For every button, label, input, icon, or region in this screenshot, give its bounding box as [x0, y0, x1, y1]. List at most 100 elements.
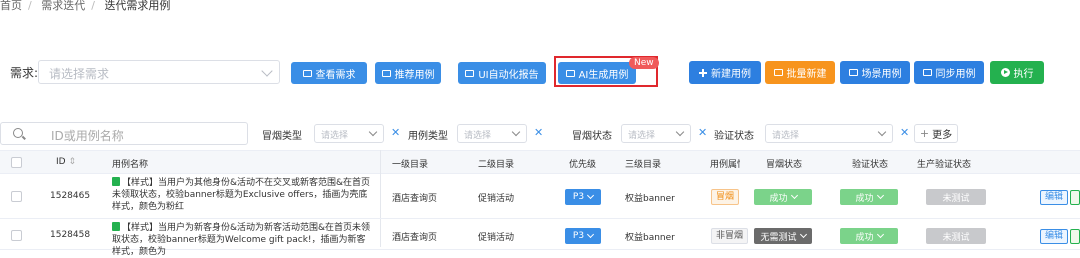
new-badge: New [629, 57, 659, 69]
header-prod-verify: 生产验证状态 [917, 160, 972, 170]
plus-icon [699, 68, 707, 77]
header-id[interactable]: ID ⇕ [56, 157, 76, 167]
chevron-down-icon [511, 127, 521, 137]
clear-icon[interactable]: ✕ [698, 126, 707, 139]
requirement-placeholder: 请选择需求 [49, 67, 110, 81]
query-requirement-button[interactable]: 查看需求 [291, 62, 367, 84]
new-case-button[interactable]: 新建用例 [689, 61, 761, 84]
breadcrumb-requirement-iteration[interactable]: 需求迭代 [41, 0, 85, 12]
clear-icon[interactable]: ✕ [391, 126, 400, 139]
document-icon [112, 177, 120, 186]
row-checkbox[interactable] [11, 230, 22, 241]
header-case-tag: 用例属性 [710, 160, 740, 170]
breadcrumb: 首页 / 需求迭代 / 迭代需求用例 [0, 0, 171, 12]
scene-icon [848, 69, 858, 76]
more-action-button[interactable] [1070, 190, 1080, 205]
case-type-placeholder: 请选择 [464, 131, 492, 141]
case-type-select[interactable]: 请选择 [457, 124, 527, 143]
recommend-case-button[interactable]: 推荐用例 [375, 62, 441, 84]
clear-icon[interactable]: ✕ [900, 126, 909, 139]
verify-status-select[interactable]: 成功 [840, 189, 898, 205]
scene-case-button[interactable]: 场景用例 [840, 61, 910, 84]
chevron-down-icon [675, 127, 685, 137]
chevron-down-icon [587, 230, 595, 239]
execute-label: 执行 [1013, 69, 1034, 80]
prod-verify-status[interactable]: 未测试 [926, 189, 986, 205]
header-priority: 优先级 [569, 160, 597, 170]
row-level1: 酒店查询页 [392, 194, 438, 204]
case-type-label: 用例类型 [408, 131, 448, 142]
row-level2: 促销活动 [478, 233, 515, 243]
row-id: 1528458 [50, 230, 91, 240]
chevron-down-icon [877, 127, 887, 137]
search-icon [13, 128, 23, 138]
row-level1: 酒店查询页 [392, 233, 438, 243]
search-placeholder: ID或用例名称 [51, 129, 124, 143]
header-level2: 二级目录 [478, 160, 515, 170]
priority-select[interactable]: P3 [565, 189, 601, 205]
ai-generate-button[interactable]: AI生成用例 [558, 62, 636, 84]
new-case-label: 新建用例 [711, 69, 751, 80]
header-smoke-status: 冒烟状态 [766, 160, 803, 170]
verify-status-placeholder: 请选择 [772, 131, 800, 141]
smoke-status-placeholder: 请选择 [628, 131, 656, 141]
row-checkbox[interactable] [11, 191, 22, 202]
more-filters-label: 更多 [932, 130, 953, 141]
header-name: 用例名称 [112, 160, 149, 170]
requirement-select[interactable]: 请选择需求 [38, 60, 280, 84]
smoke-type-select[interactable]: 请选择 [314, 124, 384, 143]
sync-case-label: 同步用例 [935, 69, 976, 80]
ui-report-button[interactable]: UI自动化报告 [458, 62, 546, 84]
scene-case-label: 场景用例 [861, 69, 902, 80]
header-verify-status: 验证状态 [852, 160, 889, 170]
sync-icon [922, 69, 932, 76]
smoke-type-label: 冒烟类型 [262, 131, 302, 142]
edit-button[interactable]: 编辑 [1040, 190, 1069, 205]
batch-icon [773, 69, 783, 76]
sync-case-button[interactable]: 同步用例 [914, 61, 984, 84]
requirement-label: 需求: [10, 66, 39, 80]
query-requirement-label: 查看需求 [315, 69, 356, 81]
chevron-down-icon [587, 191, 595, 200]
header-level3: 三级目录 [625, 160, 662, 170]
table-row: 1528458 【样式】当用户为新客身份&活动为新客活动范围&在首页未领取状态，… [0, 220, 1080, 257]
chevron-down-icon [261, 65, 273, 77]
priority-select[interactable]: P3 [565, 228, 601, 244]
clear-icon[interactable]: ✕ [534, 126, 543, 139]
smoke-status-select[interactable]: 请选择 [621, 124, 691, 143]
ui-report-label: UI自动化报告 [478, 69, 539, 81]
verify-status-select[interactable]: 成功 [840, 228, 898, 244]
prod-verify-status[interactable]: 未测试 [926, 228, 986, 244]
more-filters-button[interactable]: + 更多 [914, 124, 958, 143]
breadcrumb-current: 迭代需求用例 [104, 0, 171, 12]
select-all-checkbox[interactable] [11, 157, 22, 168]
plus-icon: + [919, 127, 930, 140]
more-action-button[interactable] [1070, 229, 1080, 244]
breadcrumb-home[interactable]: 首页 [0, 0, 22, 12]
monitor-icon [381, 69, 391, 77]
verify-status-label: 验证状态 [714, 131, 754, 142]
chevron-down-icon [876, 191, 884, 200]
monitor-icon [302, 69, 312, 77]
document-icon [112, 222, 120, 231]
smoke-status-select[interactable]: 成功 [754, 189, 812, 205]
search-input[interactable]: ID或用例名称 [0, 122, 248, 145]
row-name[interactable]: 【样式】当用户为其他身份&活动不在交叉或新客范围&在首页未领取状态，校验bann… [112, 177, 374, 213]
table-header: ID ⇕ 用例名称 一级目录 二级目录 优先级 三级目录 用例属性 冒烟状态 验… [0, 150, 1080, 174]
chevron-down-icon [799, 230, 807, 239]
ai-generate-label: AI生成用例 [578, 69, 629, 81]
batch-new-label: 批量新建 [786, 69, 827, 80]
batch-new-button[interactable]: 批量新建 [765, 61, 835, 84]
chart-icon [565, 69, 575, 77]
chevron-down-icon [790, 191, 798, 200]
table-row: 1528465 【样式】当用户为其他身份&活动不在交叉或新客范围&在首页未领取状… [0, 175, 1080, 219]
monitor-icon [465, 69, 475, 77]
row-level3: 权益banner [625, 194, 675, 204]
smoke-status-select[interactable]: 无需测试 [754, 228, 812, 244]
smoke-type-placeholder: 请选择 [321, 131, 349, 141]
verify-status-select[interactable]: 请选择 [765, 124, 893, 143]
edit-button[interactable]: 编辑 [1040, 229, 1069, 244]
header-level1: 一级目录 [392, 160, 429, 170]
row-name[interactable]: 【样式】当用户为新客身份&活动为新客活动范围&在首页未领取状态，校验banner… [112, 222, 374, 258]
execute-button[interactable]: 执行 [990, 61, 1044, 84]
